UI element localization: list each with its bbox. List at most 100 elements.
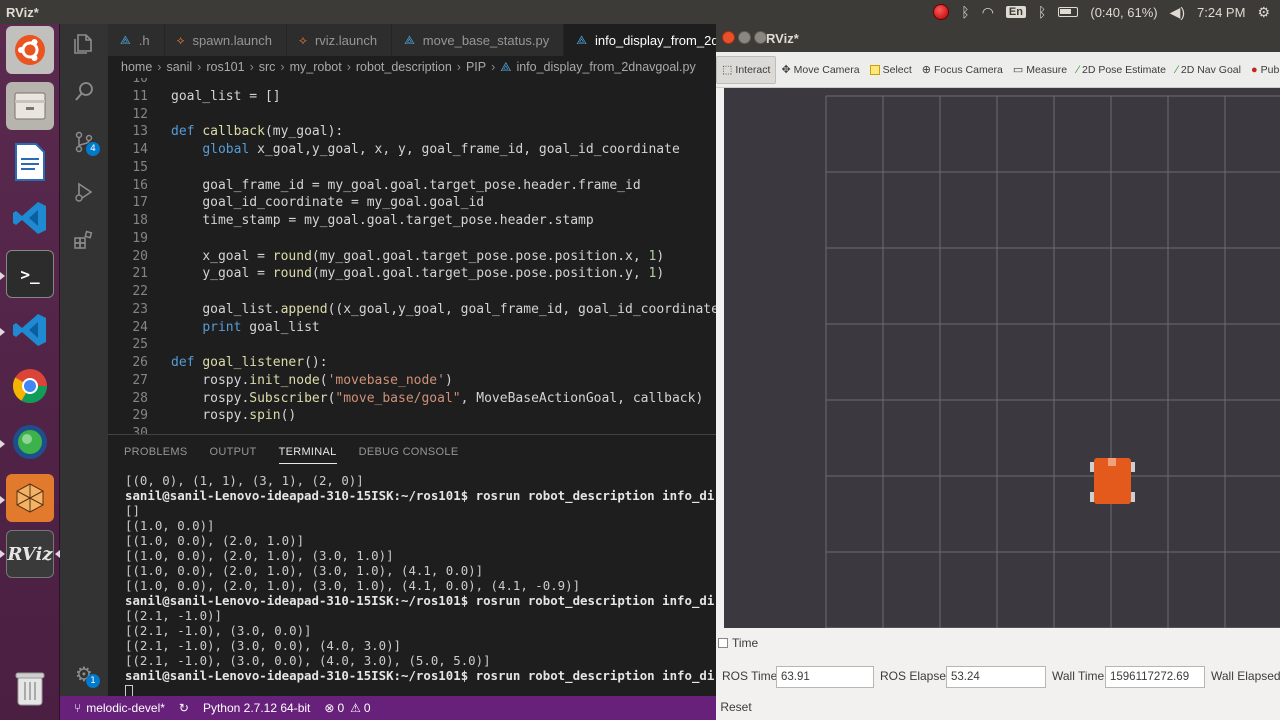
- code-line[interactable]: 17 goal_id_coordinate = my_goal.goal_id: [108, 194, 716, 212]
- code-line[interactable]: 12: [108, 106, 716, 124]
- tool-select[interactable]: Select: [865, 56, 917, 84]
- bluetooth-icon[interactable]: ᛒ: [961, 4, 969, 20]
- status-bar: ⑂ melodic-devel* ↻ Python 2.7.12 64-bit …: [60, 696, 716, 720]
- gazebo-icon[interactable]: [6, 418, 54, 466]
- terminal-line: []: [125, 503, 140, 518]
- tool-focus-camera[interactable]: ⊕ Focus Camera: [917, 56, 1008, 84]
- move-camera-icon: ✥: [781, 64, 791, 76]
- code-line[interactable]: 23 goal_list.append((x_goal,y_goal, goal…: [108, 301, 716, 319]
- python-interpreter[interactable]: Python 2.7.12 64-bit: [203, 701, 310, 715]
- explorer-icon[interactable]: [72, 32, 96, 56]
- files-icon[interactable]: [6, 82, 54, 130]
- breadcrumb-item[interactable]: robot_description: [356, 60, 452, 74]
- breadcrumb-item[interactable]: PIP: [466, 60, 486, 74]
- panel-tab-terminal[interactable]: TERMINAL: [278, 446, 337, 464]
- close-icon[interactable]: [722, 31, 735, 44]
- code-line[interactable]: 28 rospy.Subscriber("move_base/goal", Mo…: [108, 390, 716, 408]
- breadcrumb-item[interactable]: sanil: [166, 60, 192, 74]
- extensions-icon[interactable]: [72, 228, 96, 252]
- code-line[interactable]: 11 goal_list = []: [108, 88, 716, 106]
- trash-icon[interactable]: [6, 664, 54, 712]
- code-line[interactable]: 22: [108, 283, 716, 301]
- wifi-icon[interactable]: ◠: [982, 4, 994, 21]
- code-line[interactable]: 27 rospy.init_node('movebase_node'): [108, 372, 716, 390]
- source-control-icon[interactable]: 4: [72, 130, 100, 156]
- terminal[interactable]: [(0, 0), (1, 1), (3, 1), (2, 0)] sanil@sa…: [125, 473, 716, 698]
- tab-spawn-launch[interactable]: ⟡ spawn.launch: [164, 24, 287, 56]
- vscode-icon[interactable]: [6, 194, 54, 242]
- breadcrumb-item[interactable]: home: [121, 60, 152, 74]
- panel-tab-debug-console[interactable]: DEBUG CONSOLE: [359, 446, 459, 458]
- sync-icon[interactable]: ↻: [179, 701, 189, 715]
- code-line[interactable]: 26 def goal_listener():: [108, 354, 716, 372]
- code-editor[interactable]: 10 11 goal_list = [] 12 13 def callback(my_go…: [108, 78, 716, 434]
- breadcrumb-item[interactable]: info_display_from_2dnavgoal.py: [516, 60, 695, 74]
- wall-time-field[interactable]: 1596117272.69: [1105, 666, 1205, 688]
- code-line[interactable]: 21 y_goal = round(my_goal.goal.target_po…: [108, 265, 716, 283]
- code-line[interactable]: 30: [108, 425, 716, 434]
- code-line[interactable]: 15: [108, 159, 716, 177]
- clock[interactable]: 7:24 PM: [1197, 5, 1245, 20]
- code-line[interactable]: 29 rospy.spin(): [108, 407, 716, 425]
- tab-rviz-launch[interactable]: ⟡ rviz.launch: [287, 24, 393, 56]
- code-line[interactable]: 13 def callback(my_goal):: [108, 123, 716, 141]
- minimize-icon[interactable]: [738, 31, 751, 44]
- bottom-panel: PROBLEMS OUTPUT TERMINAL DEBUG CONSOLE […: [108, 434, 716, 698]
- libreoffice-writer-icon[interactable]: [6, 138, 54, 186]
- panel-tab-output[interactable]: OUTPUT: [210, 446, 257, 458]
- debug-icon[interactable]: [72, 180, 96, 204]
- breadcrumb-item[interactable]: my_robot: [290, 60, 342, 74]
- code-line[interactable]: 25: [108, 336, 716, 354]
- line-number: 19: [132, 230, 148, 246]
- vscode-window-icon[interactable]: [6, 306, 54, 354]
- branch-name[interactable]: melodic-devel*: [86, 701, 165, 715]
- maximize-icon[interactable]: [754, 31, 767, 44]
- ros-time-field[interactable]: 63.91: [776, 666, 874, 688]
- record-indicator-icon[interactable]: [933, 4, 950, 20]
- activity-bar: 4 ⚙ 1: [60, 24, 108, 696]
- tool-publish-point[interactable]: ●Publish Poi: [1246, 56, 1280, 84]
- code-line[interactable]: 16 goal_frame_id = my_goal.goal.target_p…: [108, 177, 716, 195]
- code-line[interactable]: 10: [108, 78, 716, 88]
- code-line[interactable]: 19: [108, 230, 716, 248]
- rviz-3d-view[interactable]: [724, 88, 1280, 628]
- tab-header[interactable]: ⟁ .h: [108, 24, 165, 56]
- code-text: time_stamp = my_goal.goal.target_pose.he…: [202, 213, 594, 228]
- keyboard-layout-indicator[interactable]: En: [1005, 6, 1026, 18]
- tool-2d-pose-estimate[interactable]: ⁄ 2D Pose Estimate: [1072, 56, 1171, 84]
- power-gear-icon[interactable]: ⚙: [1257, 4, 1270, 21]
- code-line[interactable]: 20 x_goal = round(my_goal.goal.target_po…: [108, 248, 716, 266]
- ubuntu-dash-icon[interactable]: [6, 26, 54, 74]
- bluetooth-status-icon[interactable]: ᛒ: [1038, 4, 1046, 20]
- code-text: global x_goal,y_goal, x, y, goal_frame_i…: [202, 142, 680, 157]
- terminal-icon[interactable]: >_: [6, 250, 54, 298]
- rviz-orange-app-icon[interactable]: [6, 474, 54, 522]
- terminal-line: [(1.0, 0.0)]: [125, 518, 215, 533]
- breadcrumb-item[interactable]: src: [259, 60, 276, 74]
- rviz-icon[interactable]: RViz: [6, 530, 54, 578]
- settings-gear-icon[interactable]: ⚙ 1: [72, 662, 100, 688]
- terminal-line: [(1.0, 0.0), (2.0, 1.0), (3.0, 1.0), (4.…: [125, 563, 484, 578]
- nav-goal-icon: ⁄: [1176, 63, 1178, 76]
- search-icon[interactable]: [72, 80, 96, 104]
- tool-2d-nav-goal[interactable]: ⁄ 2D Nav Goal: [1171, 56, 1246, 84]
- terminal-line: [(2.1, -1.0), (3.0, 0.0)]: [125, 623, 312, 638]
- tool-interact[interactable]: ⬚ Interact: [716, 55, 777, 84]
- tool-move-camera[interactable]: ✥ Move Camera: [776, 56, 864, 84]
- code-line[interactable]: 24 print goal_list: [108, 319, 716, 337]
- code-line[interactable]: 14 global x_goal,y_goal, x, y, goal_fram…: [108, 141, 716, 159]
- tab-move-base-status[interactable]: ⟁ move_base_status.py: [392, 24, 565, 56]
- error-count[interactable]: 0: [337, 701, 344, 715]
- warning-count[interactable]: 0: [364, 701, 371, 715]
- code-line[interactable]: 18 time_stamp = my_goal.goal.target_pose…: [108, 212, 716, 230]
- ros-elapsed-field[interactable]: 53.24: [946, 666, 1046, 688]
- volume-icon[interactable]: ◀): [1170, 4, 1185, 21]
- battery-icon[interactable]: [1058, 7, 1079, 17]
- reset-button[interactable]: Reset: [718, 696, 754, 718]
- breadcrumb-item[interactable]: ros101: [206, 60, 244, 74]
- tool-measure[interactable]: ▭ Measure: [1008, 56, 1072, 84]
- robot-model: [1090, 458, 1135, 504]
- panel-tab-problems[interactable]: PROBLEMS: [124, 446, 188, 458]
- chrome-icon[interactable]: [6, 362, 54, 410]
- tab-info-display[interactable]: ⟁ info_display_from_2d: [564, 24, 734, 56]
